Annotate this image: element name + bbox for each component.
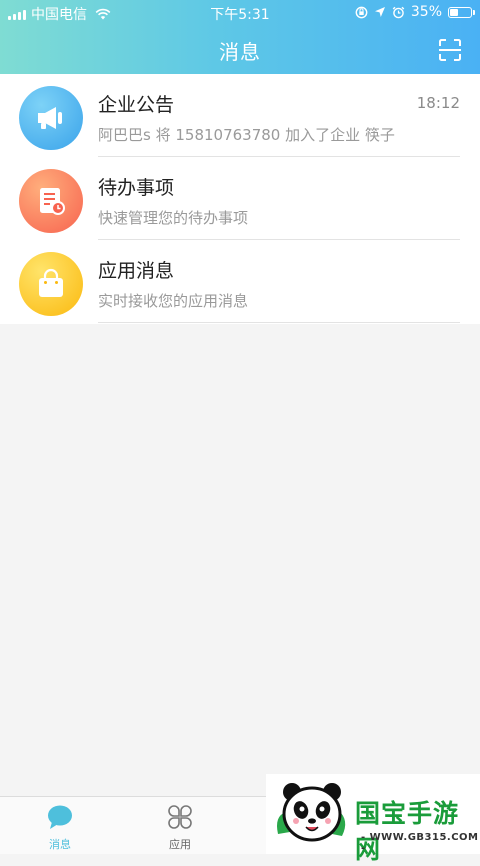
message-item-announcement[interactable]: 企业公告 阿巴巴s 将 15810763780 加入了企业 筷子 18:12	[0, 74, 480, 157]
page-title: 消息	[219, 40, 261, 64]
megaphone-icon	[19, 86, 83, 150]
message-title: 应用消息	[98, 260, 175, 282]
app-header: 中国电信 下午5:31 35% 消息	[0, 0, 480, 74]
alarm-icon	[392, 6, 405, 18]
orientation-lock-icon	[355, 6, 368, 18]
tab-label: 应用	[169, 838, 191, 851]
tab-messages[interactable]: 消息	[30, 803, 90, 852]
message-title: 企业公告	[98, 94, 175, 116]
battery-icon	[448, 6, 475, 18]
four-leaf-apps-icon	[168, 805, 192, 829]
tab-apps[interactable]: 应用	[150, 803, 210, 852]
message-title: 待办事项	[98, 177, 175, 199]
shopping-bag-icon	[19, 252, 83, 316]
message-preview: 实时接收您的应用消息	[98, 292, 249, 310]
list-divider	[98, 322, 460, 323]
panda-logo	[277, 783, 346, 842]
tab-label: 消息	[49, 838, 71, 851]
status-bar: 中国电信 下午5:31 35%	[0, 0, 480, 24]
scan-icon[interactable]	[438, 38, 462, 62]
message-item-app-messages[interactable]: 应用消息 实时接收您的应用消息	[0, 240, 480, 323]
message-preview: 阿巴巴s 将 15810763780 加入了企业 筷子	[98, 126, 395, 144]
message-list: 企业公告 阿巴巴s 将 15810763780 加入了企业 筷子 18:12 待…	[0, 74, 480, 324]
battery-percent: 35%	[410, 4, 442, 20]
message-preview: 快速管理您的待办事项	[98, 209, 249, 227]
chat-bubble-icon	[48, 805, 72, 829]
message-item-todo[interactable]: 待办事项 快速管理您的待办事项	[0, 157, 480, 240]
task-document-icon	[19, 169, 83, 233]
watermark-title: 国宝手游网	[355, 799, 460, 864]
location-arrow-icon	[374, 7, 385, 17]
watermark-url: - WWW.GB315.COM -	[361, 832, 479, 854]
watermark: 国宝手游网 - WWW.GB315.COM -	[266, 774, 480, 864]
message-time: 18:12	[416, 94, 460, 112]
